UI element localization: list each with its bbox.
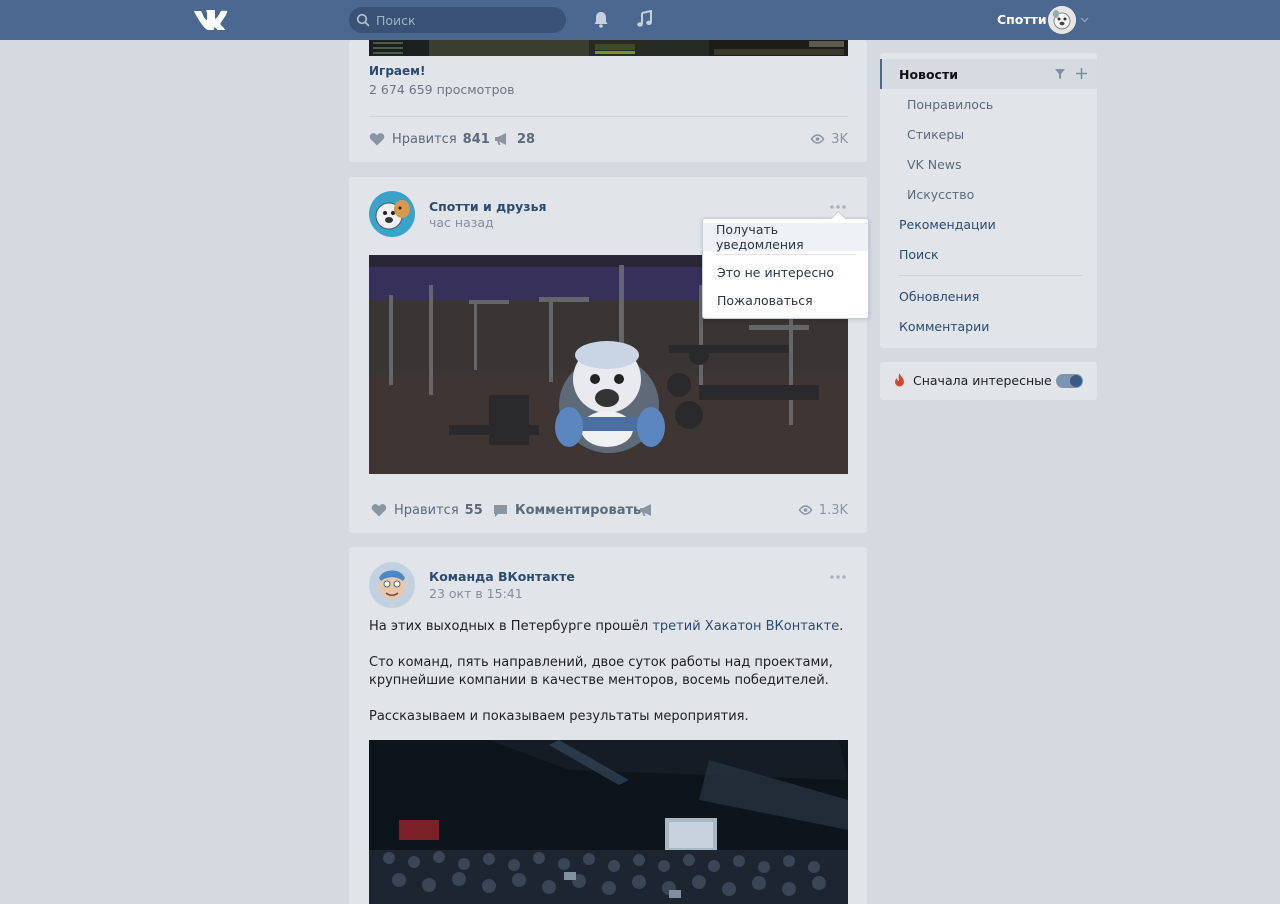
sidebar-item-news[interactable]: Новости	[880, 59, 1097, 89]
post-time[interactable]: час назад	[429, 215, 494, 230]
view-counter: 1.3K	[798, 500, 848, 520]
menu-divider	[716, 254, 856, 255]
post-actions: Нравится 55 Комментировать 1.3K	[369, 500, 848, 520]
sidebar-item-label: Новости	[899, 66, 958, 82]
more-options-icon[interactable]	[829, 574, 847, 580]
menu-item-report[interactable]: Пожаловаться	[703, 286, 868, 314]
search-icon	[356, 13, 370, 27]
sidebar-item-stickers[interactable]: Стикеры	[880, 119, 1097, 149]
search-box[interactable]	[349, 7, 566, 33]
like-count: 55	[464, 502, 483, 518]
heart-icon	[369, 133, 385, 146]
comment-icon	[494, 504, 507, 517]
video-title[interactable]: Играем!	[369, 64, 425, 78]
toggle-label: Сначала интересные	[913, 373, 1052, 388]
post-text-end: .	[839, 619, 844, 634]
hackathon-link[interactable]: третий Хакатон ВКонтакте	[652, 619, 839, 634]
post-author[interactable]: Команда ВКонтакте	[429, 569, 575, 584]
post-text-paragraph-3: Рассказываем и показываем результаты мер…	[369, 709, 749, 724]
feed-post-video: Играем! 2 674 659 просмотров Нравится 84…	[349, 40, 867, 162]
video-views: 2 674 659 просмотров	[369, 82, 515, 97]
comment-label: Комментировать	[515, 502, 642, 518]
post-time[interactable]: 23 окт в 15:41	[429, 586, 523, 601]
fire-icon	[895, 373, 904, 387]
post-author[interactable]: Спотти и друзья	[429, 199, 547, 214]
post-avatar[interactable]	[369, 191, 415, 237]
spotty-avatar-icon	[369, 191, 415, 237]
sidebar-item-comments[interactable]: Комментарии	[880, 311, 1097, 341]
megaphone-icon	[495, 133, 506, 145]
like-label: Нравится	[394, 502, 459, 518]
post-avatar[interactable]	[369, 562, 415, 608]
heart-icon	[371, 504, 387, 517]
like-label: Нравится	[392, 131, 457, 147]
filter-icon[interactable]	[1054, 68, 1066, 80]
post-text: На этих выходных в Петербурге прошёл	[369, 619, 653, 634]
views-count: 1.3K	[818, 502, 848, 518]
menu-item-notifications[interactable]: Получать уведомления	[703, 222, 868, 252]
interesting-first-switch[interactable]	[1056, 374, 1083, 388]
share-button[interactable]	[639, 500, 662, 520]
share-count: 28	[517, 131, 536, 147]
sidebar-item-recommendations[interactable]: Рекомендации	[880, 209, 1097, 239]
user-avatar[interactable]	[1048, 6, 1076, 34]
menu-item-not-interested[interactable]: Это не интересно	[703, 258, 868, 286]
bell-icon[interactable]	[592, 10, 610, 29]
news-sidebar: Новости Понравилось Стикеры VK News Иску…	[880, 53, 1097, 348]
like-button[interactable]: Нравится 55	[371, 500, 483, 520]
plus-icon[interactable]	[1075, 67, 1088, 80]
eye-icon	[798, 505, 813, 515]
sidebar-item-updates[interactable]: Обновления	[880, 281, 1097, 311]
top-header: Спотти	[0, 0, 1280, 40]
chevron-down-icon[interactable]	[1080, 17, 1089, 23]
more-options-icon[interactable]	[829, 204, 847, 210]
sidebar-divider	[899, 275, 1083, 276]
post-text-paragraph: На этих выходных в Петербурге прошёл тре…	[369, 618, 849, 636]
share-button[interactable]: 28	[494, 129, 535, 149]
comment-button[interactable]: Комментировать	[493, 500, 641, 520]
post-text-paragraph-2: Сто команд, пять направлений, двое суток…	[369, 655, 833, 688]
switch-knob	[1070, 375, 1082, 387]
view-counter: 3K	[810, 129, 848, 149]
search-input[interactable]	[376, 7, 561, 33]
divider	[369, 116, 848, 117]
video-thumbnail[interactable]	[369, 40, 848, 56]
like-count: 841	[462, 131, 490, 147]
music-icon[interactable]	[636, 10, 654, 29]
megaphone-icon	[640, 504, 651, 516]
post-photo[interactable]	[369, 740, 848, 904]
user-name[interactable]: Спотти	[997, 12, 1047, 27]
feed-post-vk-team: Команда ВКонтакте 23 окт в 15:41 На этих…	[349, 547, 867, 904]
vk-logo-icon[interactable]	[193, 9, 229, 30]
eye-icon	[810, 134, 825, 144]
post-options-menu: Получать уведомления Это не интересно По…	[702, 218, 869, 319]
sidebar-item-liked[interactable]: Понравилось	[880, 89, 1097, 119]
spotty-avatar-icon	[1048, 6, 1076, 34]
sidebar-item-art[interactable]: Искусство	[880, 179, 1097, 209]
sidebar-item-vk-news[interactable]: VK News	[880, 149, 1097, 179]
interesting-first-toggle-row: Сначала интересные	[880, 362, 1097, 400]
like-button[interactable]: Нравится 841	[369, 129, 490, 149]
post-actions: Нравится 841 28 3K	[369, 129, 848, 149]
sidebar-item-search[interactable]: Поиск	[880, 239, 1097, 269]
team-avatar-icon	[369, 562, 415, 608]
views-count: 3K	[831, 131, 848, 147]
